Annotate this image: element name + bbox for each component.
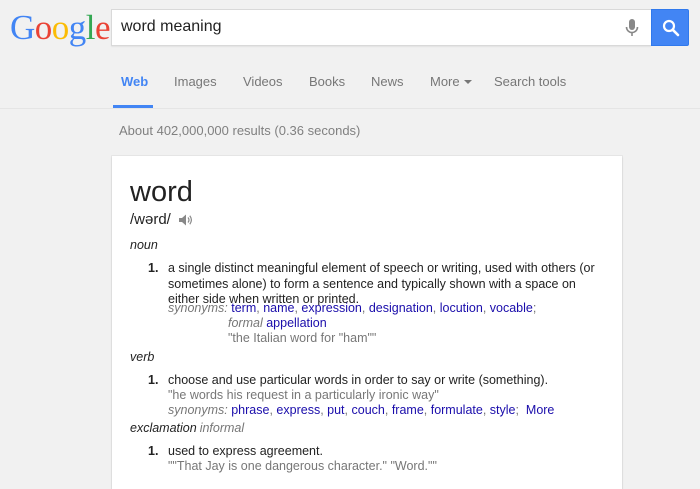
phonetic: /wərd/: [130, 211, 171, 228]
example-noun: "the Italian word for "ham"": [228, 331, 377, 345]
synonym-link[interactable]: couch: [352, 403, 385, 417]
part-of-speech-exclamation: exclamation informal: [130, 421, 244, 435]
synonyms-label: synonyms:: [168, 301, 228, 315]
synonym-link[interactable]: expression: [301, 301, 361, 315]
synonyms-label: synonyms:: [168, 403, 228, 417]
synonym-link[interactable]: phrase: [231, 403, 269, 417]
synonym-link[interactable]: locution: [440, 301, 483, 315]
synonym-link[interactable]: appellation: [266, 316, 326, 330]
sense-number: 1.: [148, 261, 159, 275]
synonym-link[interactable]: formulate: [431, 403, 483, 417]
part-of-speech-label: exclamation: [130, 421, 197, 435]
tab-search-tools[interactable]: Search tools: [494, 74, 566, 89]
tab-more[interactable]: More: [430, 74, 472, 89]
logo-letter: e: [95, 8, 111, 47]
tab-videos[interactable]: Videos: [243, 74, 283, 89]
definition-verb: choose and use particular words in order…: [168, 373, 549, 387]
synonym-link[interactable]: express: [276, 403, 320, 417]
logo-letter: G: [10, 8, 35, 47]
speaker-icon[interactable]: [178, 213, 194, 232]
logo-letter: g: [68, 8, 87, 47]
example-exclamation: ""That Jay is one dangerous character." …: [168, 459, 437, 473]
tab-web[interactable]: Web: [121, 74, 148, 89]
formal-label: formal: [228, 316, 263, 330]
microphone-icon[interactable]: [624, 18, 640, 38]
tab-news[interactable]: News: [371, 74, 404, 89]
top-bar: Google word meaning: [0, 0, 700, 56]
logo-letter: o: [34, 8, 53, 47]
search-query-text[interactable]: word meaning: [121, 18, 222, 36]
part-of-speech-noun: noun: [130, 238, 158, 252]
search-icon: [662, 19, 680, 37]
search-input[interactable]: word meaning: [111, 9, 651, 46]
definition-exclamation: used to express agreement.: [168, 444, 323, 458]
sense-number: 1.: [148, 444, 159, 458]
synonyms-noun: synonyms: term, name, expression, design…: [168, 301, 537, 315]
register-label: informal: [199, 421, 245, 435]
sense-number: 1.: [148, 373, 159, 387]
synonym-link[interactable]: vocable: [490, 301, 533, 315]
synonym-link[interactable]: designation: [369, 301, 433, 315]
part-of-speech-verb: verb: [130, 350, 155, 364]
search-button[interactable]: [651, 9, 689, 46]
logo-letter: o: [51, 8, 70, 47]
synonym-link[interactable]: frame: [392, 403, 424, 417]
synonym-link[interactable]: name: [263, 301, 294, 315]
dictionary-card: word /wərd/ noun 1. a single distinct me…: [112, 156, 622, 489]
search-tabs: Web Images Videos Books News More Search…: [0, 56, 700, 109]
synonyms-verb: synonyms: phrase, express, put, couch, f…: [168, 403, 555, 417]
tab-books[interactable]: Books: [309, 74, 345, 89]
google-logo[interactable]: Google: [10, 8, 111, 47]
formal-synonym-noun: formal appellation: [228, 316, 327, 331]
logo-letter: l: [85, 8, 96, 47]
tab-images[interactable]: Images: [174, 74, 217, 89]
example-verb: "he words his request in a particularly …: [168, 388, 439, 402]
synonym-link[interactable]: term: [231, 301, 256, 315]
tab-more-label: More: [430, 74, 460, 89]
more-synonyms-link[interactable]: More: [526, 403, 554, 417]
synonym-link[interactable]: style: [490, 403, 516, 417]
headword: word: [130, 176, 193, 208]
active-tab-indicator: [113, 105, 153, 108]
result-stats: About 402,000,000 results (0.36 seconds): [119, 123, 361, 138]
synonym-link[interactable]: put: [327, 403, 344, 417]
chevron-down-icon: [463, 80, 472, 84]
